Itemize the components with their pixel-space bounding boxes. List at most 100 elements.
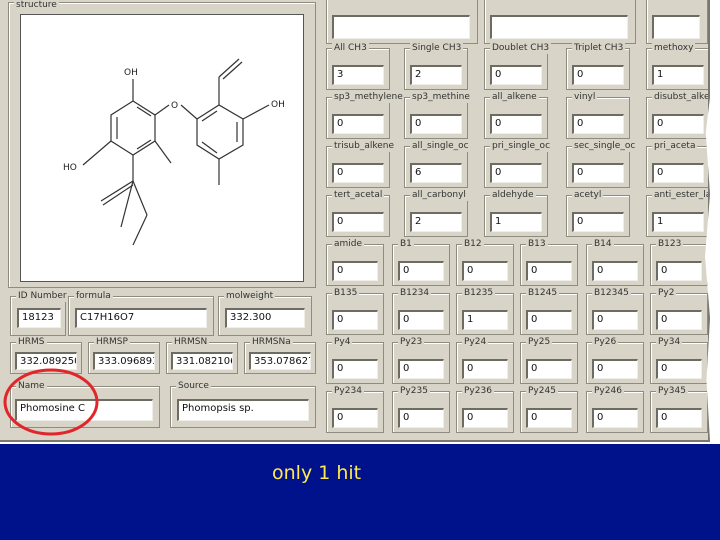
id-number-group: ID Number 18123 [10, 290, 69, 336]
descriptor-37-group: Py34 0 [650, 336, 708, 384]
descriptor-20-group: amide 0 [326, 238, 384, 286]
descriptor-2-label: Doublet CH3 [490, 42, 552, 54]
descriptor-16-group: all_carbonyl 2 [404, 189, 468, 237]
descriptor-41-field[interactable]: 0 [526, 408, 572, 428]
descriptor-5-label: sp3_methylene [332, 91, 405, 103]
uv-2-field[interactable] [652, 15, 700, 39]
descriptor-8-field[interactable]: 0 [572, 114, 624, 134]
descriptor-12-field[interactable]: 0 [490, 163, 542, 183]
descriptor-23-field[interactable]: 0 [526, 261, 572, 281]
descriptor-38-field[interactable]: 0 [332, 408, 378, 428]
descriptor-26-group: B135 0 [326, 287, 384, 335]
descriptor-36-field[interactable]: 0 [592, 359, 638, 379]
descriptor-11-field[interactable]: 6 [410, 163, 462, 183]
descriptor-15-field[interactable]: 0 [332, 212, 384, 232]
descriptor-0-label: All CH3 [332, 42, 369, 54]
id-number-field[interactable]: 18123 [17, 308, 61, 328]
descriptor-24-field[interactable]: 0 [592, 261, 638, 281]
descriptor-19-group: anti_ester_lac 1 [646, 189, 708, 237]
descriptor-33-field[interactable]: 0 [398, 359, 444, 379]
descriptor-39-label: Py235 [398, 385, 430, 397]
descriptor-26-field[interactable]: 0 [332, 310, 378, 330]
molecule-bonds [82, 58, 270, 246]
descriptor-25-field[interactable]: 0 [656, 261, 702, 281]
descriptor-32-group: Py4 0 [326, 336, 384, 384]
descriptor-22-field[interactable]: 0 [462, 261, 508, 281]
descriptor-13-label: sec_single_oc [572, 140, 638, 152]
uv-0-group: UV_Neutral [326, 0, 478, 44]
descriptor-30-field[interactable]: 0 [592, 310, 638, 330]
source-field[interactable]: Phomopsis sp. [177, 399, 309, 421]
hrmsna-group: HRMSNa 353.078627 [244, 336, 316, 374]
structure-label: structure [14, 0, 59, 11]
descriptor-5-group: sp3_methylene 0 [326, 91, 405, 139]
descriptor-10-field[interactable]: 0 [332, 163, 384, 183]
descriptor-40-field[interactable]: 0 [462, 408, 508, 428]
descriptor-34-field[interactable]: 0 [462, 359, 508, 379]
descriptor-42-field[interactable]: 0 [592, 408, 638, 428]
descriptor-18-group: acetyl 0 [566, 189, 630, 237]
descriptor-27-field[interactable]: 0 [398, 310, 444, 330]
descriptor-29-label: B1245 [526, 287, 560, 299]
descriptor-35-field[interactable]: 0 [526, 359, 572, 379]
descriptor-43-label: Py345 [656, 385, 688, 397]
descriptor-39-field[interactable]: 0 [398, 408, 444, 428]
molweight-label: molweight [224, 290, 276, 302]
descriptor-7-field[interactable]: 0 [490, 114, 542, 134]
formula-field[interactable]: C17H16O7 [75, 308, 207, 328]
descriptor-4-field[interactable]: 1 [652, 65, 704, 85]
oh-label: OH [124, 68, 138, 78]
descriptor-17-group: aldehyde 1 [484, 189, 548, 237]
descriptor-19-field[interactable]: 1 [652, 212, 704, 232]
descriptor-31-field[interactable]: 0 [656, 310, 702, 330]
descriptor-6-field[interactable]: 0 [410, 114, 462, 134]
descriptor-38-label: Py234 [332, 385, 364, 397]
descriptor-42-label: Py246 [592, 385, 624, 397]
descriptor-43-group: Py345 0 [650, 385, 708, 433]
descriptor-3-field[interactable]: 0 [572, 65, 624, 85]
uv-2-group: UV_Acidic [646, 0, 708, 44]
descriptor-25-label: B123 [656, 238, 684, 250]
descriptor-18-field[interactable]: 0 [572, 212, 624, 232]
descriptor-29-group: B1245 0 [520, 287, 578, 335]
descriptor-43-field[interactable]: 0 [656, 408, 702, 428]
descriptor-32-field[interactable]: 0 [332, 359, 378, 379]
hrmsna-field[interactable]: 353.078627 [249, 352, 311, 370]
descriptor-11-group: all_single_oc 6 [404, 140, 471, 188]
descriptor-5-field[interactable]: 0 [332, 114, 384, 134]
formula-label: formula [74, 290, 113, 302]
hrmsna-label: HRMSNa [250, 336, 293, 348]
descriptor-28-field[interactable]: 1 [462, 310, 508, 330]
descriptor-13-field[interactable]: 0 [572, 163, 624, 183]
descriptor-0-field[interactable]: 3 [332, 65, 384, 85]
descriptor-21-field[interactable]: 0 [398, 261, 444, 281]
hrmsn-label: HRMSN [172, 336, 210, 348]
descriptor-17-label: aldehyde [490, 189, 536, 201]
descriptor-2-field[interactable]: 0 [490, 65, 542, 85]
descriptor-9-field[interactable]: 0 [652, 114, 704, 134]
descriptor-37-label: Py34 [656, 336, 683, 348]
hrmsn-field[interactable]: 331.082106 [171, 352, 233, 370]
uv-0-field[interactable] [332, 15, 470, 39]
descriptor-35-group: Py25 0 [520, 336, 578, 384]
descriptor-40-group: Py236 0 [456, 385, 514, 433]
descriptor-17-field[interactable]: 1 [490, 212, 542, 232]
descriptor-14-field[interactable]: 0 [652, 163, 704, 183]
descriptor-37-field[interactable]: 0 [656, 359, 702, 379]
descriptor-42-group: Py246 0 [586, 385, 644, 433]
descriptor-20-label: amide [332, 238, 365, 250]
descriptor-8-group: vinyl 0 [566, 91, 630, 139]
descriptor-12-label: pri_single_oc [490, 140, 553, 152]
structure-drawing-area[interactable]: OH OH O HO [20, 14, 304, 282]
source-group: Source Phomopsis sp. [170, 380, 316, 428]
descriptor-21-group: B1 0 [392, 238, 450, 286]
molweight-field[interactable]: 332.300 [225, 308, 305, 328]
descriptor-20-field[interactable]: 0 [332, 261, 378, 281]
descriptor-0-group: All CH3 3 [326, 42, 390, 90]
descriptor-1-field[interactable]: 2 [410, 65, 462, 85]
molweight-group: molweight 332.300 [218, 290, 312, 336]
descriptor-23-group: B13 0 [520, 238, 578, 286]
uv-1-field[interactable] [490, 15, 628, 39]
descriptor-29-field[interactable]: 0 [526, 310, 572, 330]
descriptor-16-field[interactable]: 2 [410, 212, 462, 232]
